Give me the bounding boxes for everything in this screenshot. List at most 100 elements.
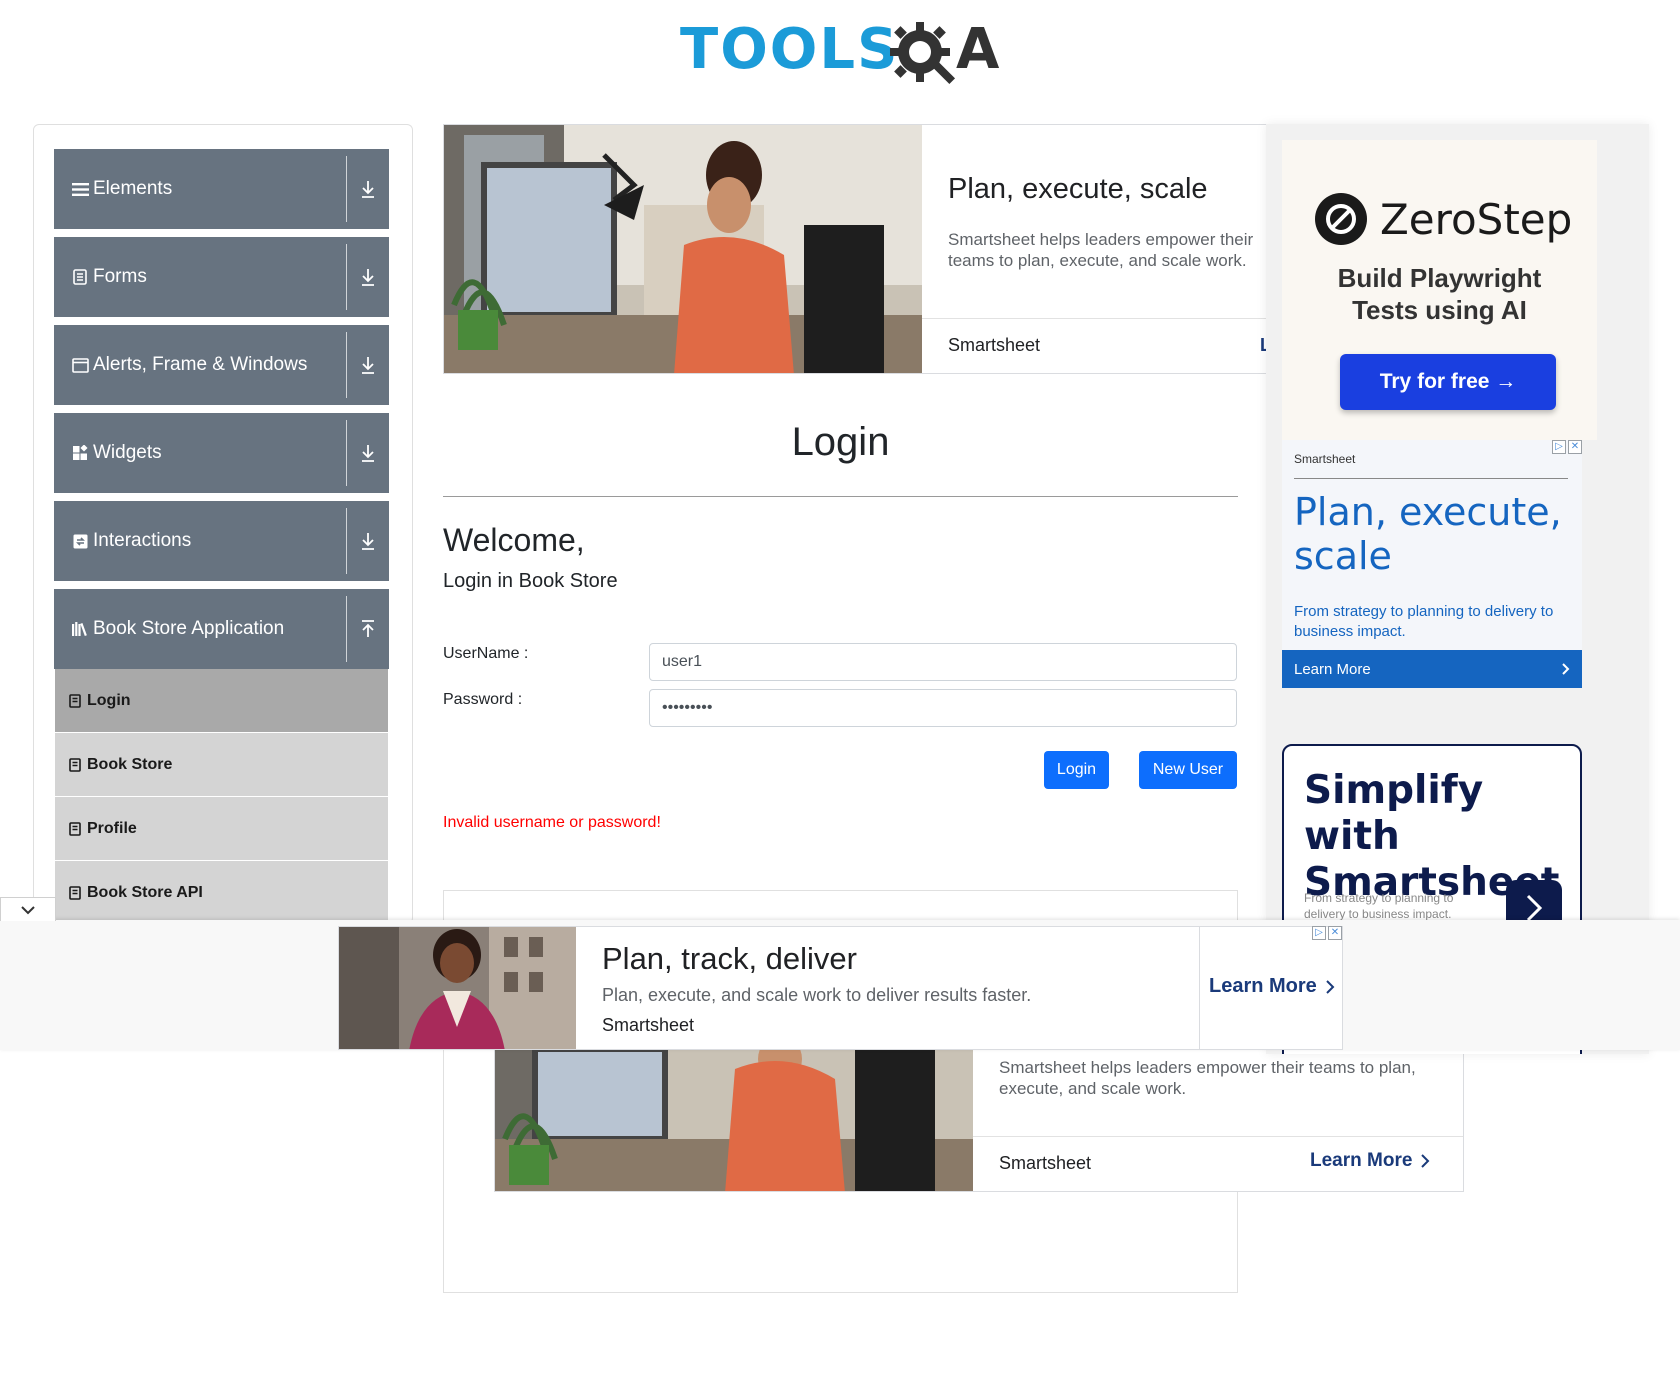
divider: [973, 1136, 1463, 1137]
ad-photo: [495, 1049, 973, 1191]
right-ad-column: ZeroStep Build Playwright Tests using AI…: [1266, 124, 1649, 1054]
lower-ad-card[interactable]: Smartsheet helps leaders empower their t…: [494, 1048, 1464, 1192]
hamburger-icon: [71, 180, 89, 198]
download-icon[interactable]: [347, 268, 389, 286]
username-label: UserName :: [443, 645, 529, 662]
ad-brand: Smartsheet: [948, 335, 1041, 355]
sidebar-group-interactions[interactable]: Interactions: [54, 501, 389, 581]
sidebar-group-forms[interactable]: Forms: [54, 237, 389, 317]
bottom-sticky-ad: Plan, track, deliver Plan, execute, and …: [0, 897, 1680, 1050]
ad-photo: [339, 927, 576, 1049]
new-user-button[interactable]: New User: [1139, 751, 1237, 789]
ad-learn-more-link[interactable]: Learn More: [1310, 1150, 1430, 1172]
sidebar-item-label: Book Store API: [87, 883, 203, 901]
sidebar-group-book-store-application[interactable]: Book Store Application: [54, 589, 389, 669]
adchoices-icon[interactable]: ▷: [1312, 926, 1326, 940]
sidebar-group-label: Widgets: [93, 442, 162, 463]
sidebar-group-widgets[interactable]: Widgets: [54, 413, 389, 493]
learn-more-label: Learn More: [1209, 975, 1317, 997]
zerostep-logo: ZeroStep: [1314, 192, 1572, 246]
divider: [1294, 478, 1568, 479]
smartsheet-ad[interactable]: Smartsheet Plan, execute, scale From str…: [1282, 440, 1582, 688]
learn-more-label: Learn More: [1310, 1150, 1413, 1171]
sidebar-item-label: Login: [87, 691, 131, 709]
bottom-ad-card[interactable]: Plan, track, deliver Plan, execute, and …: [338, 926, 1343, 1050]
sidebar-group-label: Interactions: [93, 530, 192, 551]
adchoices-icon[interactable]: ▷: [1552, 440, 1566, 454]
ad-description: From strategy to planning to delivery to…: [1294, 603, 1554, 640]
sidebar-item-login[interactable]: Login: [55, 669, 388, 732]
download-icon[interactable]: [347, 356, 389, 374]
widgets-icon: [71, 444, 89, 462]
ad-brand: Smartsheet: [1294, 452, 1356, 466]
page-title: Login: [791, 420, 890, 464]
sidebar-group-label: Elements: [93, 178, 173, 199]
ad-description: Smartsheet helps leaders empower their t…: [948, 230, 1254, 270]
close-icon[interactable]: ✕: [1568, 440, 1582, 454]
collapse-ad-button[interactable]: [0, 897, 56, 921]
top-ad-card[interactable]: Plan, execute, scale Smartsheet helps le…: [443, 124, 1272, 374]
book-icon: [69, 757, 81, 772]
sidebar-group-label: Forms: [93, 266, 147, 287]
close-icon[interactable]: ✕: [1328, 926, 1342, 940]
ad-description: From strategy to planning to delivery to…: [1304, 891, 1454, 921]
sidebar-item-label: Profile: [87, 819, 137, 837]
zerostep-logo-icon: [1315, 193, 1367, 245]
chevron-right-icon: [1562, 663, 1570, 675]
sidebar-item-book-store-api[interactable]: Book Store API: [55, 861, 388, 924]
logo-tools-text: TOOLS: [680, 17, 900, 82]
divider: [1199, 927, 1200, 1049]
sidebar-group-label: Alerts, Frame & Windows: [93, 354, 308, 375]
divider: [922, 318, 1271, 319]
tagline-line-2: Tests using AI: [1352, 295, 1527, 325]
sidebar-item-profile[interactable]: Profile: [55, 797, 388, 860]
zerostep-name: ZeroStep: [1380, 194, 1573, 244]
form-icon: [71, 268, 89, 286]
sidebar-group-alerts[interactable]: Alerts, Frame & Windows: [54, 325, 389, 405]
book-icon: [69, 821, 81, 836]
welcome-heading: Welcome,: [443, 522, 585, 558]
book-icon: [69, 693, 81, 708]
sidebar-item-label: Book Store: [87, 755, 173, 773]
book-icon: [69, 885, 81, 900]
ad-learn-more-link[interactable]: Learn More: [1209, 975, 1335, 998]
welcome-subheading: Login in Book Store: [443, 570, 618, 592]
download-icon[interactable]: [347, 532, 389, 550]
error-message: Invalid username or password!: [443, 814, 661, 831]
sidebar-group-label: Book Store Application: [93, 618, 285, 639]
ad-choices[interactable]: ▷ ✕: [1312, 926, 1342, 940]
chevron-right-icon: [1326, 979, 1335, 994]
ad-brand: Smartsheet: [602, 1015, 695, 1035]
ad-title: Plan, execute, scale: [1294, 490, 1562, 578]
title-line-1: Simplify with: [1304, 768, 1484, 859]
ad-title: Plan, track, deliver: [602, 941, 857, 976]
download-icon[interactable]: [347, 444, 389, 462]
ad-description: Smartsheet helps leaders empower their t…: [999, 1058, 1416, 1098]
try-for-free-button[interactable]: Try for free →: [1340, 354, 1556, 410]
window-icon: [71, 356, 89, 374]
login-button[interactable]: Login: [1044, 751, 1109, 789]
username-input[interactable]: [649, 643, 1237, 681]
zerostep-ad[interactable]: ZeroStep Build Playwright Tests using AI…: [1282, 140, 1597, 440]
learn-more-label: Learn More: [1294, 660, 1371, 678]
sidebar-item-book-store[interactable]: Book Store: [55, 733, 388, 796]
password-input[interactable]: [649, 689, 1237, 727]
tagline-line-1: Build Playwright: [1337, 263, 1542, 293]
gear-magnifier-icon: [890, 22, 956, 85]
divider: [443, 496, 1238, 497]
ad-title: Plan, execute, scale: [948, 173, 1208, 205]
ad-choices[interactable]: ▷ ✕: [1552, 440, 1582, 454]
chevron-right-icon: [1421, 1154, 1430, 1168]
ad-description: Plan, execute, and scale work to deliver…: [602, 985, 1032, 1005]
chevron-down-icon: [21, 905, 35, 914]
download-icon[interactable]: [347, 180, 389, 198]
sidebar-group-elements[interactable]: Elements: [54, 149, 389, 229]
toolsqa-logo[interactable]: TOOLS A: [680, 14, 1020, 94]
books-icon: [71, 620, 89, 638]
ad-photo: [444, 125, 922, 373]
upload-icon[interactable]: [347, 620, 389, 638]
logo-a-text: A: [956, 17, 1000, 82]
interactions-icon: [71, 532, 89, 550]
ad-learn-more-button[interactable]: Learn More: [1282, 650, 1582, 688]
zerostep-tagline: Build Playwright Tests using AI: [1282, 262, 1597, 326]
